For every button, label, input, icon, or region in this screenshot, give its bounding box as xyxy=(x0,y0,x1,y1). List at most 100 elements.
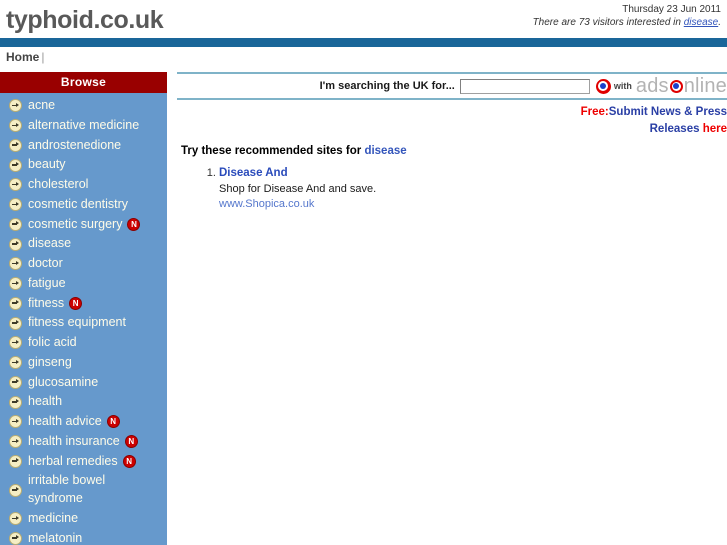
sidebar-item-herbal-remedies[interactable]: herbal remedies N xyxy=(0,452,167,472)
sidebar-item-label: health advice N xyxy=(28,413,120,431)
site-header: typhoid.co.uk Thursday 23 Jun 2011 There… xyxy=(0,0,727,38)
sidebar-item-health[interactable]: health xyxy=(0,392,167,412)
sidebar-item-medicine[interactable]: medicine xyxy=(0,509,167,529)
sidebar-item-text: cosmetic dentistry xyxy=(28,196,129,211)
visitor-count-prefix: There are 73 visitors interested in xyxy=(532,16,684,28)
sidebar-item-alternative-medicine[interactable]: alternative medicine xyxy=(0,116,167,136)
sidebar-item-label: melatonin xyxy=(28,530,82,545)
arrow-right-icon xyxy=(9,531,22,545)
adsonline-logo[interactable]: ads nline xyxy=(636,75,727,98)
new-badge-icon: N xyxy=(122,454,136,468)
search-input[interactable] xyxy=(459,78,590,94)
sidebar-item-text: ginseng xyxy=(28,354,72,369)
sidebar-item-folic-acid[interactable]: folic acid xyxy=(0,333,167,353)
promo-banner[interactable]: Free:Submit News & Press Releases here xyxy=(177,100,727,137)
sidebar-item-label: cosmetic dentistry xyxy=(28,196,128,214)
sidebar-item-text: alternative medicine xyxy=(28,117,140,132)
visitor-count-text: There are 73 visitors interested in dise… xyxy=(533,17,721,30)
visitor-count-suffix: . xyxy=(718,16,721,28)
sidebar-item-text: doctor xyxy=(28,256,63,270)
sidebar-item-cholesterol[interactable]: cholesterol xyxy=(0,175,167,195)
sidebar-item-label: cosmetic surgery N xyxy=(28,216,141,234)
sidebar-item-fitness-equipment[interactable]: fitness equipment xyxy=(0,313,167,333)
promo-line-2: Releases here xyxy=(177,121,727,138)
sidebar-item-text: beauty xyxy=(28,157,66,172)
sidebar-item-cosmetic-dentistry[interactable]: cosmetic dentistry xyxy=(0,195,167,215)
promo-here-link[interactable]: here xyxy=(703,123,727,135)
recommended-heading-keyword[interactable]: disease xyxy=(364,145,406,157)
result-url-link[interactable]: www.Shopica.co.uk xyxy=(219,197,727,212)
sidebar-item-list: acne alternative medicine androstenedione b… xyxy=(0,93,167,545)
sidebar-item-label: fitness N xyxy=(28,295,83,313)
promo-text-line2: Releases xyxy=(649,122,703,135)
sidebar-item-text: glucosamine xyxy=(28,374,99,389)
sidebar-item-text: irritable bowel syndrome xyxy=(28,473,106,505)
sidebar-item-label: ginseng xyxy=(28,354,72,372)
sidebar-item-irritable-bowel-syndrome[interactable]: irritable bowel syndrome xyxy=(0,471,167,509)
search-result-item: Disease AndShop for Disease And and save… xyxy=(219,166,727,212)
search-label: I'm searching the UK for... xyxy=(319,80,455,92)
arrow-right-icon xyxy=(9,237,22,251)
result-title-link[interactable]: Disease And xyxy=(219,166,727,182)
arrow-right-icon xyxy=(9,138,22,152)
adsonline-logo-part1: ads xyxy=(635,74,669,97)
sidebar-item-text: disease xyxy=(28,236,72,251)
result-description: Shop for Disease And and save. xyxy=(219,182,377,195)
arrow-right-icon xyxy=(9,277,22,291)
sidebar-item-label: folic acid xyxy=(28,334,77,352)
arrow-right-icon xyxy=(9,483,22,497)
nav-separator: | xyxy=(41,50,45,64)
visitor-keyword-link[interactable]: disease xyxy=(684,17,718,28)
sidebar-item-disease[interactable]: disease xyxy=(0,234,167,254)
page-root: typhoid.co.uk Thursday 23 Jun 2011 There… xyxy=(0,0,727,545)
arrow-right-icon xyxy=(9,435,22,449)
arrow-right-icon xyxy=(9,119,22,133)
nav-item-home[interactable]: Home xyxy=(6,50,39,64)
sidebar-item-fatigue[interactable]: fatigue xyxy=(0,274,167,294)
sidebar-item-androstenedione[interactable]: androstenedione xyxy=(0,136,167,156)
sidebar-item-text: health insurance xyxy=(28,433,120,448)
search-results-list: Disease AndShop for Disease And and save… xyxy=(177,166,727,212)
arrow-right-icon xyxy=(9,415,22,429)
sidebar-item-text: cholesterol xyxy=(28,177,89,191)
sidebar-item-text: fitness equipment xyxy=(28,315,126,330)
sidebar-item-ginseng[interactable]: ginseng xyxy=(0,353,167,373)
sidebar-item-text: health advice xyxy=(28,414,102,428)
new-badge-icon: N xyxy=(127,217,141,231)
target-radio-icon[interactable] xyxy=(595,78,611,94)
promo-text-line1: Submit News & Press xyxy=(608,106,727,118)
arrow-right-icon xyxy=(9,296,22,310)
sidebar-item-label: herbal remedies N xyxy=(28,453,136,471)
sidebar-item-text: health xyxy=(28,394,63,409)
adsonline-logo-part2: nline xyxy=(683,74,727,97)
sidebar-item-label: doctor xyxy=(28,255,63,273)
sidebar-item-health-insurance[interactable]: health insurance N xyxy=(0,432,167,452)
sidebar-item-label: fitness equipment xyxy=(28,314,126,332)
site-title: typhoid.co.uk xyxy=(6,6,164,34)
sidebar-heading: Browse xyxy=(0,72,167,93)
sidebar-item-fitness[interactable]: fitness N xyxy=(0,294,167,314)
header-meta: Thursday 23 Jun 2011 There are 73 visito… xyxy=(533,4,721,29)
arrow-right-icon xyxy=(9,198,22,212)
arrow-right-icon xyxy=(9,512,22,526)
sidebar-item-text: medicine xyxy=(28,510,79,525)
arrow-right-icon xyxy=(9,99,22,113)
sidebar-item-beauty[interactable]: beauty xyxy=(0,155,167,175)
current-date: Thursday 23 Jun 2011 xyxy=(622,4,721,15)
arrow-right-icon xyxy=(9,395,22,409)
new-badge-icon: N xyxy=(69,296,83,310)
sidebar-item-acne[interactable]: acne xyxy=(0,96,167,116)
sidebar-item-label: health insurance N xyxy=(28,433,138,451)
sidebar-item-label: disease xyxy=(28,235,71,253)
sidebar-item-label: alternative medicine xyxy=(28,117,139,135)
sidebar-item-melatonin[interactable]: melatonin xyxy=(0,529,167,545)
arrow-right-icon xyxy=(9,257,22,271)
sidebar-item-health-advice[interactable]: health advice N xyxy=(0,412,167,432)
with-label: with xyxy=(613,81,632,91)
breadcrumb: Home | xyxy=(0,47,727,72)
sidebar-item-cosmetic-surgery[interactable]: cosmetic surgery N xyxy=(0,215,167,235)
sidebar-item-label: fatigue xyxy=(28,275,66,293)
sidebar-item-doctor[interactable]: doctor xyxy=(0,254,167,274)
sidebar-item-label: acne xyxy=(28,97,55,115)
sidebar-item-glucosamine[interactable]: glucosamine xyxy=(0,373,167,393)
